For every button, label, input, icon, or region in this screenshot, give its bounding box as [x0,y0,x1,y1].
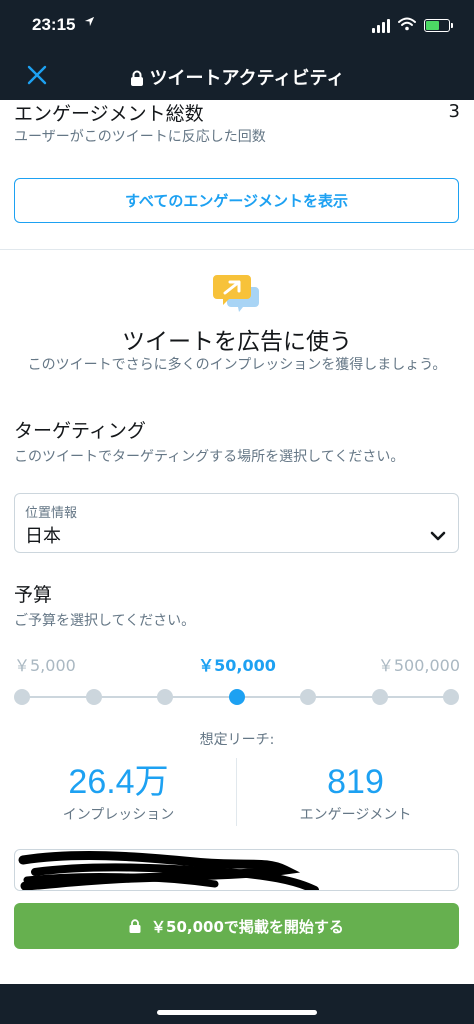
budget-slider[interactable] [14,686,459,708]
impressions-value: 26.4万 [68,763,169,801]
engagement-summary: エンゲージメント総数 ユーザーがこのツイートに反応した回数 3 [14,100,460,148]
payment-method-field[interactable] [14,849,459,891]
budget-label-max: ￥500,000 [377,656,460,675]
budget-title: 予算 [14,584,53,606]
status-icons [372,16,453,35]
engagement-count: 3 [448,101,460,122]
location-select[interactable]: 位置情報 日本 [14,493,459,553]
budget-subtitle: ご予算を選択してください。 [14,613,196,629]
budget-slider-step[interactable] [443,689,459,705]
budget-slider-step[interactable] [371,689,388,705]
reach-impressions: 26.4万 インプレッション [0,762,237,824]
budget-label-selected: ￥50,000 [198,656,276,675]
budget-slider-step[interactable] [300,689,316,705]
engagement-title: エンゲージメント総数 [14,103,204,125]
targeting-subtitle: このツイートでターゲティングする場所を選択してください。 [14,449,405,465]
budget-label-min: ￥5,000 [14,656,76,675]
engagements-value: 819 [327,763,384,801]
impressions-label: インプレッション [62,807,175,823]
budget-slider-step[interactable] [85,689,102,705]
budget-slider-thumb[interactable] [228,689,245,705]
lock-icon [130,70,143,86]
page-title: ツイートアクティビティ [0,64,474,90]
engagements-label: エンゲージメント [299,807,412,823]
bottom-bar [0,984,474,1024]
promote-chat-icon [213,273,261,319]
budget-labels: ￥5,000 ￥50,000 ￥500,000 [14,652,460,675]
status-time: 23:15 [32,15,76,34]
nav-title-text: ツイートアクティビティ [149,68,345,88]
lock-icon [129,919,141,933]
promote-description: このツイートでさらに多くのインプレッションを獲得しましょう。 [27,357,447,373]
budget-slider-step[interactable] [157,689,173,705]
engagement-subtitle: ユーザーがこのツイートに反応した回数 [14,129,266,145]
cellular-signal-icon [372,18,390,33]
targeting-title: ターゲティング [14,420,146,442]
start-promotion-button[interactable]: ￥50,000で掲載を開始する [14,903,459,949]
budget-slider-step[interactable] [14,689,30,705]
status-bar: 23:15 [0,0,474,50]
view-all-engagements-button[interactable]: すべてのエンゲージメントを表示 [14,178,459,223]
location-arrow-icon [84,16,95,31]
nav-bar: ツイートアクティビティ [0,50,474,100]
battery-icon [424,19,453,32]
chevron-down-icon [430,531,446,541]
promote-title: ツイートを広告に使う [122,329,352,355]
estimated-reach-label: 想定リーチ: [199,732,275,748]
reach-engagements: 819 エンゲージメント [237,762,474,824]
home-indicator[interactable] [157,1010,317,1015]
location-select-value: 日本 [25,526,61,547]
start-promotion-label: ￥50,000で掲載を開始する [151,917,344,936]
wifi-icon [398,16,416,35]
redaction-scribble [18,851,319,890]
section-divider [0,249,474,250]
location-select-label: 位置情報 [25,506,78,521]
